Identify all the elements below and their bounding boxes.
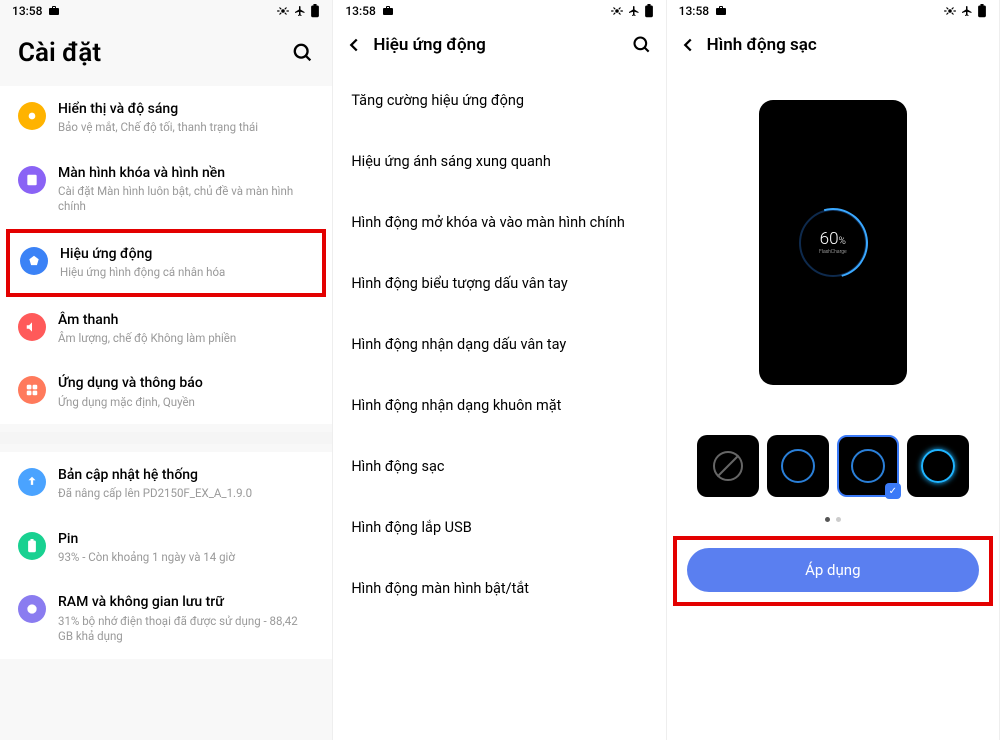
settings-item-lockscreen[interactable]: Màn hình khóa và hình nền Cài đặt Màn hì… bbox=[4, 150, 328, 229]
settings-item-storage[interactable]: RAM và không gian lưu trữ 31% bộ nhớ điệ… bbox=[4, 579, 328, 658]
battery-icon bbox=[310, 4, 320, 18]
animation-options-list: Tăng cường hiệu ứng động Hiệu ứng ánh sá… bbox=[333, 70, 665, 619]
item-subtitle: Ứng dụng mặc định, Quyền bbox=[58, 395, 314, 411]
status-time: 13:58 bbox=[679, 4, 709, 18]
charge-unit: % bbox=[839, 236, 846, 247]
debug-icon bbox=[610, 6, 624, 16]
settings-list-group2: Bản cập nhật hệ thống Đã nâng cấp lên PD… bbox=[0, 452, 332, 659]
sub-header: Hiệu ứng động bbox=[333, 20, 665, 70]
item-subtitle: Bảo vệ mắt, Chế độ tối, thanh trạng thái bbox=[58, 120, 314, 136]
check-icon: ✓ bbox=[885, 483, 901, 499]
pager-dot[interactable] bbox=[836, 517, 841, 522]
status-bar: 13:58 bbox=[333, 0, 665, 20]
debug-icon bbox=[276, 6, 290, 16]
sun-icon bbox=[18, 102, 46, 130]
update-icon bbox=[18, 468, 46, 496]
apply-highlight: Áp dụng bbox=[673, 536, 993, 606]
settings-item-apps[interactable]: Ứng dụng và thông báo Ứng dụng mặc định,… bbox=[4, 360, 328, 424]
briefcase-icon bbox=[48, 5, 60, 17]
search-icon[interactable] bbox=[292, 42, 314, 64]
page-title: Hiệu ứng động bbox=[373, 35, 485, 55]
item-title: Hiển thị và độ sáng bbox=[58, 100, 314, 118]
back-icon[interactable] bbox=[677, 34, 699, 56]
status-time: 13:58 bbox=[345, 4, 375, 18]
apps-icon bbox=[18, 376, 46, 404]
option-face-recog[interactable]: Hình động nhận dạng khuôn mặt bbox=[351, 375, 647, 436]
sound-icon bbox=[18, 313, 46, 341]
status-bar: 13:58 bbox=[0, 0, 332, 20]
animation-icon bbox=[20, 247, 48, 275]
search-icon[interactable] bbox=[632, 35, 652, 55]
briefcase-icon bbox=[715, 5, 727, 17]
option-charging[interactable]: Hình động sạc bbox=[351, 436, 647, 497]
preview-phone: 60% FlashCharge bbox=[759, 100, 907, 385]
pager-dot[interactable] bbox=[825, 517, 830, 522]
item-title: Hiệu ứng động bbox=[60, 245, 312, 263]
pager bbox=[667, 507, 999, 536]
page-title: Hình động sạc bbox=[707, 35, 817, 55]
item-title: Âm thanh bbox=[58, 311, 314, 329]
briefcase-icon bbox=[382, 5, 394, 17]
battery-icon bbox=[18, 532, 46, 560]
thumb-none[interactable] bbox=[697, 435, 759, 497]
settings-item-animation[interactable]: Hiệu ứng động Hiệu ứng hình động cá nhân… bbox=[6, 229, 326, 297]
storage-icon bbox=[18, 595, 46, 623]
option-enhance[interactable]: Tăng cường hiệu ứng động bbox=[351, 70, 647, 131]
option-unlock[interactable]: Hình động mở khóa và vào màn hình chính bbox=[351, 192, 647, 253]
settings-item-display[interactable]: Hiển thị và độ sáng Bảo vệ mắt, Chế độ t… bbox=[4, 86, 328, 150]
item-subtitle: 93% - Còn khoảng 1 ngày và 14 giờ bbox=[58, 550, 314, 566]
settings-list-group1: Hiển thị và độ sáng Bảo vệ mắt, Chế độ t… bbox=[0, 86, 332, 424]
item-title: Ứng dụng và thông báo bbox=[58, 374, 314, 392]
charge-percent: 60% FlashCharge bbox=[819, 231, 847, 255]
charge-brand: FlashCharge bbox=[819, 250, 847, 255]
charge-value: 60 bbox=[820, 229, 839, 249]
item-subtitle: Hiệu ứng hình động cá nhân hóa bbox=[60, 265, 312, 281]
sub-header: Hình động sạc bbox=[667, 20, 999, 70]
ring-icon bbox=[851, 449, 885, 483]
option-fingerprint-icon[interactable]: Hình động biểu tượng dấu vân tay bbox=[351, 253, 647, 314]
item-subtitle: Âm lượng, chế độ Không làm phiền bbox=[58, 331, 314, 347]
airplane-icon bbox=[628, 5, 640, 17]
charging-animation-panel: 13:58 Hình động sạc 60% FlashCharge bbox=[667, 0, 1000, 740]
settings-item-update[interactable]: Bản cập nhật hệ thống Đã nâng cấp lên PD… bbox=[4, 452, 328, 516]
settings-main-panel: 13:58 Cài đặt Hiển thị và độ sáng Bảo bbox=[0, 0, 333, 740]
page-title: Cài đặt bbox=[18, 38, 101, 68]
item-title: Màn hình khóa và hình nền bbox=[58, 164, 314, 182]
option-fingerprint-recog[interactable]: Hình động nhận dạng dấu vân tay bbox=[351, 314, 647, 375]
ring-icon bbox=[781, 449, 815, 483]
wallpaper-icon bbox=[18, 166, 46, 194]
option-ambient-light[interactable]: Hiệu ứng ánh sáng xung quanh bbox=[351, 131, 647, 192]
settings-item-sound[interactable]: Âm thanh Âm lượng, chế độ Không làm phiề… bbox=[4, 297, 328, 361]
item-title: Bản cập nhật hệ thống bbox=[58, 466, 314, 484]
animation-effects-panel: 13:58 Hiệu ứng động Tăng cường hiệu ứng … bbox=[333, 0, 666, 740]
apply-button[interactable]: Áp dụng bbox=[687, 548, 979, 592]
airplane-icon bbox=[961, 5, 973, 17]
thumb-style-3[interactable] bbox=[907, 435, 969, 497]
animation-preview: 60% FlashCharge bbox=[667, 70, 999, 395]
item-subtitle: Cài đặt Màn hình luôn bật, chủ đề và màn… bbox=[58, 184, 314, 215]
thumb-style-1[interactable] bbox=[767, 435, 829, 497]
status-bar: 13:58 bbox=[667, 0, 999, 20]
charge-ring-icon: 60% FlashCharge bbox=[799, 209, 867, 277]
debug-icon bbox=[943, 6, 957, 16]
ring-icon bbox=[921, 449, 955, 483]
animation-thumbnails: ✓ bbox=[667, 395, 999, 507]
thumb-style-2[interactable]: ✓ bbox=[837, 435, 899, 497]
option-screen-onoff[interactable]: Hình động màn hình bật/tắt bbox=[351, 558, 647, 619]
item-subtitle: Đã nâng cấp lên PD2150F_EX_A_1.9.0 bbox=[58, 486, 314, 502]
none-icon bbox=[713, 451, 743, 481]
battery-icon bbox=[644, 4, 654, 18]
settings-header: Cài đặt bbox=[0, 20, 332, 78]
item-title: RAM và không gian lưu trữ bbox=[58, 593, 314, 611]
status-time: 13:58 bbox=[12, 4, 42, 18]
settings-item-battery[interactable]: Pin 93% - Còn khoảng 1 ngày và 14 giờ bbox=[4, 516, 328, 580]
back-icon[interactable] bbox=[343, 34, 365, 56]
section-divider bbox=[0, 432, 332, 444]
item-title: Pin bbox=[58, 530, 314, 548]
airplane-icon bbox=[294, 5, 306, 17]
battery-icon bbox=[977, 4, 987, 18]
item-subtitle: 31% bộ nhớ điện thoại đã được sử dụng - … bbox=[58, 614, 314, 645]
option-usb[interactable]: Hình động lắp USB bbox=[351, 497, 647, 558]
